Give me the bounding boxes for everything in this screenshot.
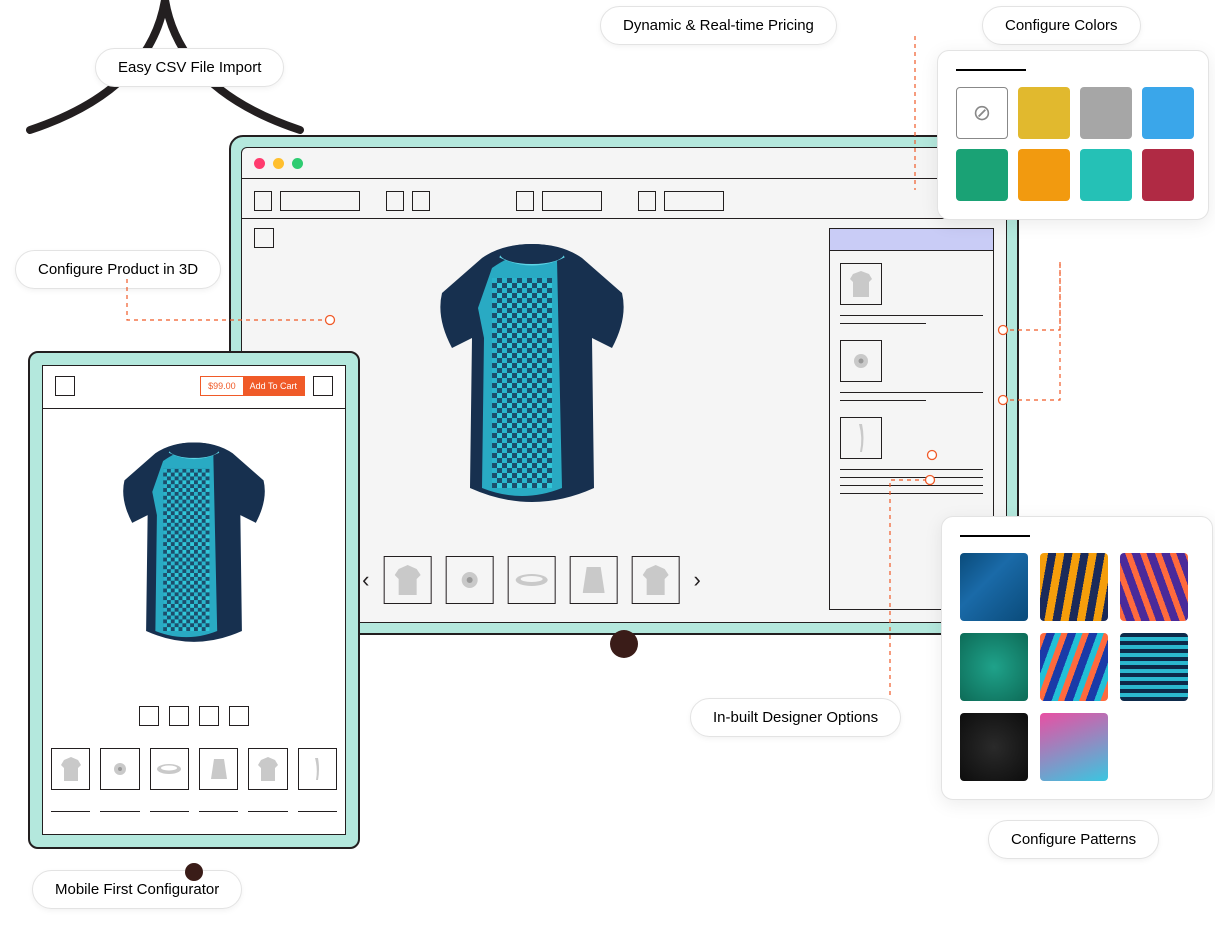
view-thumbnails: ‹ ›	[362, 556, 701, 604]
thumb-sleeve[interactable]	[199, 748, 238, 790]
toolbar-item[interactable]	[412, 191, 430, 211]
pattern-swatch-fire-stripes[interactable]	[1040, 553, 1108, 621]
toolbar-item[interactable]	[254, 191, 272, 211]
color-swatch-orange[interactable]	[1018, 149, 1070, 201]
pattern-config-panel	[941, 516, 1213, 800]
thumb-sleeve[interactable]	[570, 556, 618, 604]
sidebar-option-shirt[interactable]	[840, 263, 983, 324]
color-swatch-gray[interactable]	[1080, 87, 1132, 139]
tablet-home-button[interactable]	[185, 863, 203, 881]
toolbar-item[interactable]	[542, 191, 602, 211]
toolbar-item[interactable]	[386, 191, 404, 211]
maximize-icon[interactable]	[292, 158, 303, 169]
toolbar-item[interactable]	[638, 191, 656, 211]
callout-csv-import: Easy CSV File Import	[95, 48, 284, 87]
callout-configure-patterns: Configure Patterns	[988, 820, 1159, 859]
panel-title-line	[960, 535, 1030, 537]
pattern-swatch-neon-stripes[interactable]	[1040, 633, 1108, 701]
pattern-swatch-charcoal[interactable]	[960, 713, 1028, 781]
thumb-collar[interactable]	[508, 556, 556, 604]
callout-configure-3d: Configure Product in 3D	[15, 250, 221, 289]
view-option[interactable]	[169, 706, 189, 726]
toolbar-item[interactable]	[516, 191, 534, 211]
view-option[interactable]	[199, 706, 219, 726]
color-swatch-none[interactable]: ⊘	[956, 87, 1008, 139]
tablet-product-shirt[interactable]	[109, 436, 279, 656]
add-to-cart-button[interactable]: Add To Cart	[243, 377, 304, 395]
thumb-front[interactable]	[51, 748, 90, 790]
tablet-view-options	[139, 706, 249, 726]
thumb-back[interactable]	[632, 556, 680, 604]
tablet-labels	[51, 811, 337, 812]
tablet-thumbnails	[51, 748, 337, 790]
toolbar-item[interactable]	[280, 191, 360, 211]
prev-arrow-icon[interactable]: ‹	[362, 567, 369, 593]
window-controls[interactable]	[254, 158, 303, 169]
minimize-icon[interactable]	[273, 158, 284, 169]
thumb-back[interactable]	[248, 748, 287, 790]
color-swatch-crimson[interactable]	[1142, 149, 1194, 201]
thumb-collar[interactable]	[150, 748, 189, 790]
tablet-action-icon[interactable]	[313, 376, 333, 396]
pattern-swatch-sunset-palm[interactable]	[1120, 553, 1188, 621]
color-swatch-grid: ⊘	[956, 87, 1190, 201]
sidebar-option-stripe[interactable]	[840, 417, 983, 494]
color-config-panel: ⊘	[937, 50, 1209, 220]
pattern-swatch-jade[interactable]	[960, 633, 1028, 701]
callout-designer-options: In-built Designer Options	[690, 698, 901, 737]
view-option[interactable]	[229, 706, 249, 726]
next-arrow-icon[interactable]: ›	[694, 567, 701, 593]
thumb-stripe[interactable]	[298, 748, 337, 790]
tablet-price-cart: $99.00 Add To Cart	[200, 376, 305, 396]
callout-configure-colors: Configure Colors	[982, 6, 1141, 45]
view-option[interactable]	[139, 706, 159, 726]
tablet-price: $99.00	[201, 377, 243, 395]
thumb-disc[interactable]	[446, 556, 494, 604]
panel-title-line	[956, 69, 1026, 71]
callout-mobile-first: Mobile First Configurator	[32, 870, 242, 909]
color-swatch-green[interactable]	[956, 149, 1008, 201]
tablet-menu-icon[interactable]	[55, 376, 75, 396]
thumb-disc[interactable]	[100, 748, 139, 790]
thumb-front[interactable]	[384, 556, 432, 604]
sidebar-header	[830, 229, 993, 251]
pattern-swatch-forest-blue[interactable]	[960, 553, 1028, 621]
close-icon[interactable]	[254, 158, 265, 169]
color-swatch-gold[interactable]	[1018, 87, 1070, 139]
tablet-screen: $99.00 Add To Cart	[42, 365, 346, 835]
toolbar-item[interactable]	[664, 191, 724, 211]
tablet-device: $99.00 Add To Cart	[28, 351, 360, 849]
pattern-swatch-grid	[960, 553, 1194, 781]
canvas-handle[interactable]	[254, 228, 274, 248]
product-shirt-3d[interactable]	[422, 238, 642, 518]
color-swatch-teal[interactable]	[1080, 149, 1132, 201]
desktop-toolbar: $99.00	[254, 191, 994, 211]
pattern-swatch-glitch-cyan[interactable]	[1120, 633, 1188, 701]
monitor-button	[610, 630, 638, 658]
sidebar-option-disc[interactable]	[840, 340, 983, 401]
callout-dynamic-pricing: Dynamic & Real-time Pricing	[600, 6, 837, 45]
pattern-swatch-magenta-wave[interactable]	[1040, 713, 1108, 781]
color-swatch-sky[interactable]	[1142, 87, 1194, 139]
